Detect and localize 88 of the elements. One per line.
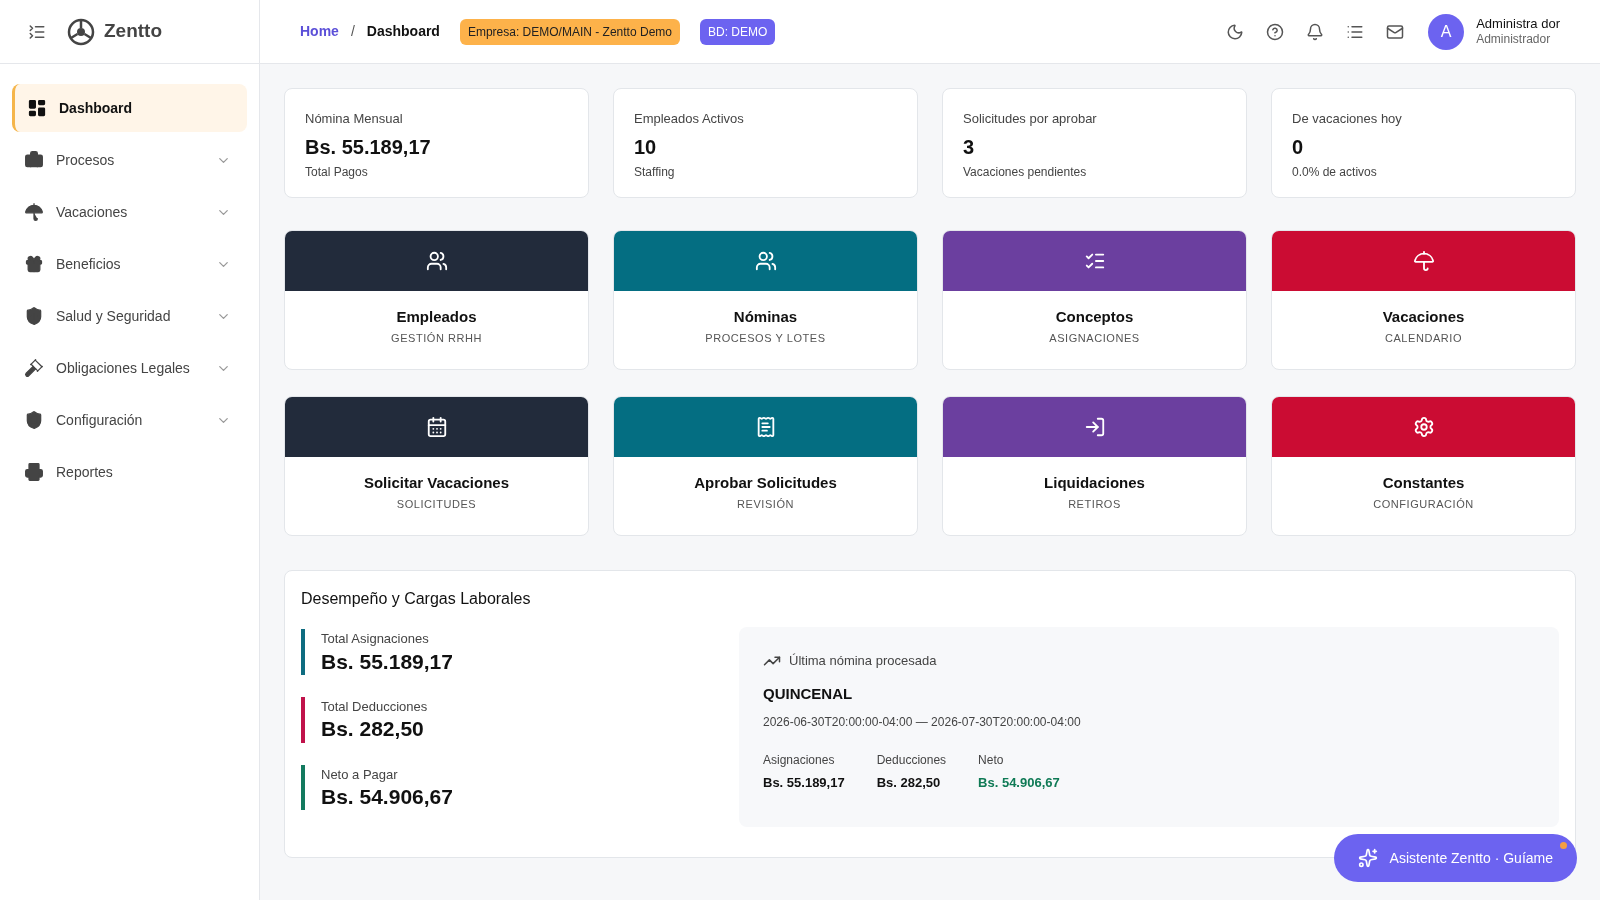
people-icon <box>754 250 777 272</box>
user-avatar[interactable]: A <box>1428 13 1465 50</box>
module-tile[interactable]: Liquidaciones RETIROS <box>942 396 1247 536</box>
dashboard-icon <box>27 98 47 118</box>
module-tile[interactable]: Aprobar Solicitudes REVISIÓN <box>613 396 918 536</box>
gavel-icon <box>24 358 44 378</box>
logo-icon <box>66 16 96 47</box>
tile-title: Liquidaciones <box>1044 472 1145 493</box>
brand-name: Zentto <box>104 19 163 44</box>
total-value: Bs. 282,50 <box>321 716 425 743</box>
header-badge: BD: DEMO <box>699 18 776 45</box>
user-name: Administra dor <box>1476 15 1560 33</box>
user-role: Administrador <box>1476 32 1552 48</box>
module-tile[interactable]: Solicitar Vacaciones SOLICITUDES <box>284 396 589 536</box>
card-title: Desempeño y Cargas Laborales <box>301 589 532 609</box>
sidebar-item[interactable]: Dashboard <box>12 84 247 132</box>
sidebar-item[interactable]: Reportes <box>12 448 247 496</box>
stat-value: 0 <box>1292 136 1305 157</box>
stat-value: 3 <box>963 136 976 157</box>
sidebar-item[interactable]: Vacaciones <box>12 188 247 236</box>
stat-label: Empleados Activos <box>634 110 745 128</box>
breadcrumb-link[interactable]: Home <box>300 21 339 42</box>
mail-icon[interactable] <box>1386 22 1405 41</box>
breadcrumb-separator: / <box>350 22 355 41</box>
sidebar-item[interactable]: Configuración <box>12 396 247 444</box>
briefcase-icon <box>24 150 44 170</box>
module-tile[interactable]: Conceptos ASIGNACIONES <box>942 230 1247 370</box>
total-value: Bs. 54.906,67 <box>321 784 453 810</box>
sidebar-item[interactable]: Beneficios <box>12 240 247 288</box>
figure-value: Bs. 54.906,67 <box>978 774 1060 792</box>
total-label: Total Deducciones <box>321 697 428 716</box>
figure-label: Deducciones <box>876 752 947 769</box>
help-icon[interactable] <box>1266 22 1285 41</box>
tile-title: Nóminas <box>733 306 798 327</box>
total-value: Bs. 55.189,17 <box>321 648 453 675</box>
stat-label: Nómina Mensual <box>305 110 404 128</box>
calendar-icon <box>425 416 448 438</box>
sparkles-icon <box>1357 848 1378 868</box>
moon-icon[interactable] <box>1226 22 1245 41</box>
stat-label: Solicitudes por aprobar <box>963 110 1098 128</box>
total-label: Neto a Pagar <box>321 765 399 784</box>
stat-caption: Staffing <box>634 163 676 181</box>
sidebar-item[interactable]: Salud y Seguridad <box>12 292 247 340</box>
umbrella-icon <box>24 202 44 222</box>
tile-title: Vacaciones <box>1382 306 1465 327</box>
tile-subtitle: REVISIÓN <box>737 497 794 512</box>
total-label: Total Asignaciones <box>321 630 430 648</box>
module-tile[interactable]: Constantes CONFIGURACIÓN <box>1271 396 1576 536</box>
payroll-range: 2026-06-30T20:00:00-04:00 — 2026-07-30T20:00:00-04:00 <box>763 714 1082 731</box>
tile-subtitle: PROCESOS Y LOTES <box>705 331 826 346</box>
tile-subtitle: GESTIÓN RRHH <box>391 331 482 346</box>
stat-value: 10 <box>634 136 658 157</box>
tile-title: Conceptos <box>1055 306 1134 327</box>
tile-subtitle: CONFIGURACIÓN <box>1373 497 1474 512</box>
tile-subtitle: RETIROS <box>1068 497 1121 512</box>
people-icon <box>425 250 448 272</box>
breadcrumb-current: Dashboard <box>366 22 440 41</box>
stat-caption: 0.0% de activos <box>1292 163 1378 181</box>
module-tile[interactable]: Empleados GESTIÓN RRHH <box>284 230 589 370</box>
stat-label: De vacaciones hoy <box>1292 110 1403 128</box>
tile-title: Empleados <box>396 306 477 327</box>
exit-icon <box>1083 416 1106 438</box>
module-tile[interactable]: Nóminas PROCESOS Y LOTES <box>613 230 918 370</box>
bell-icon[interactable] <box>1306 22 1325 41</box>
settings-icon <box>1412 416 1435 438</box>
module-tile[interactable]: Vacaciones CALENDARIO <box>1271 230 1576 370</box>
payroll-type: QUINCENAL <box>763 683 854 704</box>
header-badge: Empresa: DEMO/MAIN - Zentto Demo <box>459 18 680 45</box>
figure-value: Bs. 55.189,17 <box>763 774 845 792</box>
tile-subtitle: ASIGNACIONES <box>1049 331 1140 346</box>
tile-title: Constantes <box>1382 472 1465 493</box>
assistant-button[interactable]: Asistente Zentto · Guíame <box>1333 834 1577 882</box>
tile-subtitle: CALENDARIO <box>1385 331 1462 346</box>
umbrella-icon <box>1412 250 1435 272</box>
stat-value: Bs. 55.189,17 <box>305 136 432 157</box>
stat-caption: Vacaciones pendientes <box>963 163 1088 181</box>
sidebar-item[interactable]: Procesos <box>12 136 247 184</box>
stat-caption: Total Pagos <box>305 163 369 181</box>
figure-label: Asignaciones <box>763 752 836 769</box>
panel-heading: Última nómina procesada <box>789 652 937 670</box>
tile-title: Aprobar Solicitudes <box>694 472 837 493</box>
tile-title: Solicitar Vacaciones <box>363 472 510 493</box>
sidebar-item[interactable]: Obligaciones Legales <box>12 344 247 392</box>
figure-value: Bs. 282,50 <box>876 774 942 792</box>
tile-subtitle: SOLICITUDES <box>396 497 477 512</box>
menu-icon[interactable] <box>28 22 46 41</box>
shield-icon <box>24 306 44 326</box>
figure-label: Neto <box>978 752 1005 769</box>
